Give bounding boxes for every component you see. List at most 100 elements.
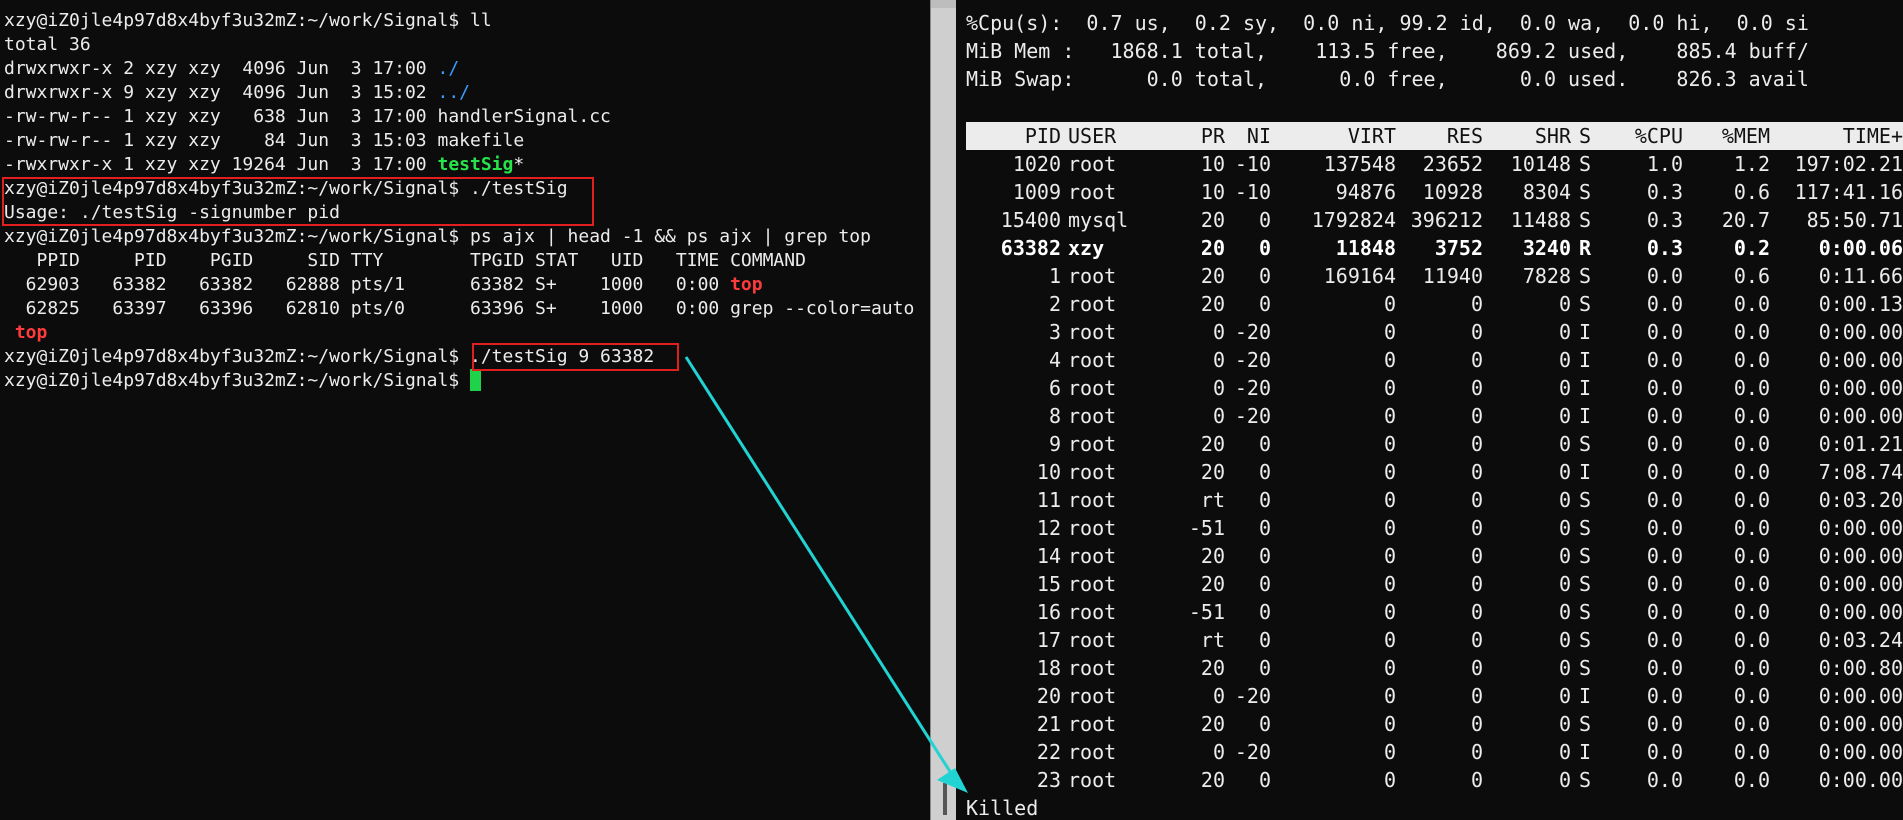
- table-cell: 8: [1048, 404, 1061, 428]
- table-cell: -10: [1234, 180, 1271, 204]
- shell-prompt: xzy@iZ0jle4p97d8x4byf3u32mZ:~/work/Signa…: [4, 10, 460, 31]
- table-cell: 0: [1212, 376, 1225, 400]
- table-row: 9 root 20 0 0 0 0 S 0.0 0.0 0:01.21: [966, 430, 1903, 458]
- table-cell: 0:00.00: [1818, 404, 1903, 428]
- table-cell: 0: [1558, 376, 1571, 400]
- table-cell: 0: [1470, 656, 1483, 680]
- table-cell: root: [1068, 376, 1117, 400]
- table-cell: 0.0: [1733, 488, 1770, 512]
- table-cell: 0.0: [1646, 712, 1683, 736]
- table-cell: root: [1068, 488, 1117, 512]
- table-cell: 0.3: [1646, 180, 1683, 204]
- table-row: 10 root 20 0 0 0 0 I 0.0 0.0 7:08.74: [966, 458, 1903, 486]
- table-cell: 0: [1558, 712, 1571, 736]
- right-terminal-pane[interactable]: %Cpu(s): 0.7 us, 0.2 sy, 0.0 ni, 99.2 id…: [956, 0, 1903, 820]
- table-cell: 0: [1470, 740, 1483, 764]
- column-header: VIRT: [1347, 124, 1396, 148]
- shell-prompt: xzy@iZ0jle4p97d8x4byf3u32mZ:~/work/Signa…: [4, 346, 460, 367]
- table-cell: 0: [1558, 292, 1571, 316]
- table-cell: mysql: [1068, 208, 1129, 232]
- table-cell: 0.6: [1733, 264, 1770, 288]
- shell-command: ll: [459, 10, 492, 31]
- table-cell: S: [1579, 488, 1592, 512]
- table-cell: 0: [1383, 348, 1396, 372]
- table-cell: 20: [1200, 712, 1225, 736]
- table-cell: 0: [1258, 208, 1271, 232]
- column-header: TIME+: [1842, 124, 1903, 148]
- table-cell: 3: [1048, 320, 1061, 344]
- terminal-line: -rwxrwxr-x 1 xzy xzy 19264 Jun 3 17:00 t…: [4, 153, 914, 177]
- table-cell: 4: [1048, 348, 1061, 372]
- table-cell: root: [1068, 768, 1117, 792]
- table-row: 6 root 0 -20 0 0 0 I 0.0 0.0 0:00.00: [966, 374, 1903, 402]
- table-cell: -20: [1234, 348, 1271, 372]
- table-cell: 0:03.24: [1818, 628, 1903, 652]
- table-row: 20 root 0 -20 0 0 0 I 0.0 0.0 0:00.00: [966, 682, 1903, 710]
- table-cell: root: [1068, 264, 1117, 288]
- terminal-line: 62903 63382 63382 62888 pts/1 63382 S+ 1…: [4, 273, 914, 297]
- table-cell: 0.0: [1646, 600, 1683, 624]
- table-cell: I: [1579, 404, 1592, 428]
- table-cell: 11848: [1335, 236, 1396, 260]
- table-cell: 23652: [1422, 152, 1483, 176]
- table-cell: 0: [1258, 572, 1271, 596]
- table-cell: 0.0: [1646, 292, 1683, 316]
- splitter-grip[interactable]: [943, 783, 947, 815]
- table-cell: -20: [1234, 376, 1271, 400]
- table-cell: 0:11.66: [1818, 264, 1903, 288]
- table-cell: 0.6: [1733, 180, 1770, 204]
- table-cell: S: [1579, 516, 1592, 540]
- output-text: 62903 63382 63382 62888 pts/1 63382 S+ 1…: [4, 274, 731, 295]
- table-cell: 0.0: [1646, 460, 1683, 484]
- table-cell: 0: [1258, 488, 1271, 512]
- table-cell: 21: [1036, 712, 1061, 736]
- table-cell: S: [1579, 600, 1592, 624]
- table-row: 16 root -51 0 0 0 0 S 0.0 0.0 0:00.00: [966, 598, 1903, 626]
- table-cell: 0: [1383, 292, 1396, 316]
- table-cell: 0: [1558, 516, 1571, 540]
- table-cell: 0:00.00: [1818, 600, 1903, 624]
- table-cell: 0: [1470, 768, 1483, 792]
- table-cell: 9: [1048, 432, 1061, 456]
- output-text: PPID PID PGID SID TTY TPGID STAT UID TIM…: [4, 250, 806, 271]
- left-terminal-pane[interactable]: xzy@iZ0jle4p97d8x4byf3u32mZ:~/work/Signa…: [0, 0, 930, 820]
- table-cell: root: [1068, 516, 1117, 540]
- output-text: drwxrwxr-x 9 xzy xzy 4096 Jun 3 15:02: [4, 82, 438, 103]
- table-cell: 0:00.00: [1818, 684, 1903, 708]
- table-cell: 0.0: [1733, 460, 1770, 484]
- table-cell: 0.0: [1646, 768, 1683, 792]
- table-cell: 0.0: [1733, 684, 1770, 708]
- table-cell: 16: [1036, 600, 1061, 624]
- table-cell: 0.0: [1733, 656, 1770, 680]
- table-cell: 0: [1383, 712, 1396, 736]
- table-cell: 0: [1383, 488, 1396, 512]
- colored-output: ../: [437, 82, 470, 103]
- table-row: 3 root 0 -20 0 0 0 I 0.0 0.0 0:00.00: [966, 318, 1903, 346]
- table-cell: 0:00.00: [1818, 712, 1903, 736]
- table-cell: 117:41.16: [1794, 180, 1903, 204]
- colored-output: testSig: [437, 154, 514, 175]
- table-cell: 3752: [1434, 236, 1483, 260]
- table-cell: root: [1068, 152, 1117, 176]
- table-cell: 20: [1200, 544, 1225, 568]
- terminal-line: drwxrwxr-x 9 xzy xzy 4096 Jun 3 15:02 ..…: [4, 81, 914, 105]
- table-row: 15400 mysql 20 0 1792824 396212 11488 S 0.3 20.7 8…: [966, 206, 1903, 234]
- table-cell: 0: [1558, 348, 1571, 372]
- shell-command: [459, 370, 470, 391]
- table-cell: 0: [1558, 572, 1571, 596]
- table-cell: 0.0: [1646, 432, 1683, 456]
- table-cell: 0: [1383, 544, 1396, 568]
- table-cell: S: [1579, 572, 1592, 596]
- table-cell: 0: [1383, 656, 1396, 680]
- table-cell: root: [1068, 628, 1117, 652]
- table-cell: root: [1068, 404, 1117, 428]
- mem-summary-line: MiB Mem : 1868.1 total, 113.5 free, 869.…: [966, 39, 1809, 63]
- shell-prompt: xzy@iZ0jle4p97d8x4byf3u32mZ:~/work/Signa…: [4, 226, 460, 247]
- table-cell: 0:03.20: [1818, 488, 1903, 512]
- table-cell: 20: [1200, 768, 1225, 792]
- table-cell: -20: [1234, 320, 1271, 344]
- table-cell: 0: [1558, 740, 1571, 764]
- table-cell: S: [1579, 180, 1592, 204]
- pane-splitter[interactable]: [930, 0, 958, 820]
- table-row: 17 root rt 0 0 0 0 S 0.0 0.0 0:03.24: [966, 626, 1903, 654]
